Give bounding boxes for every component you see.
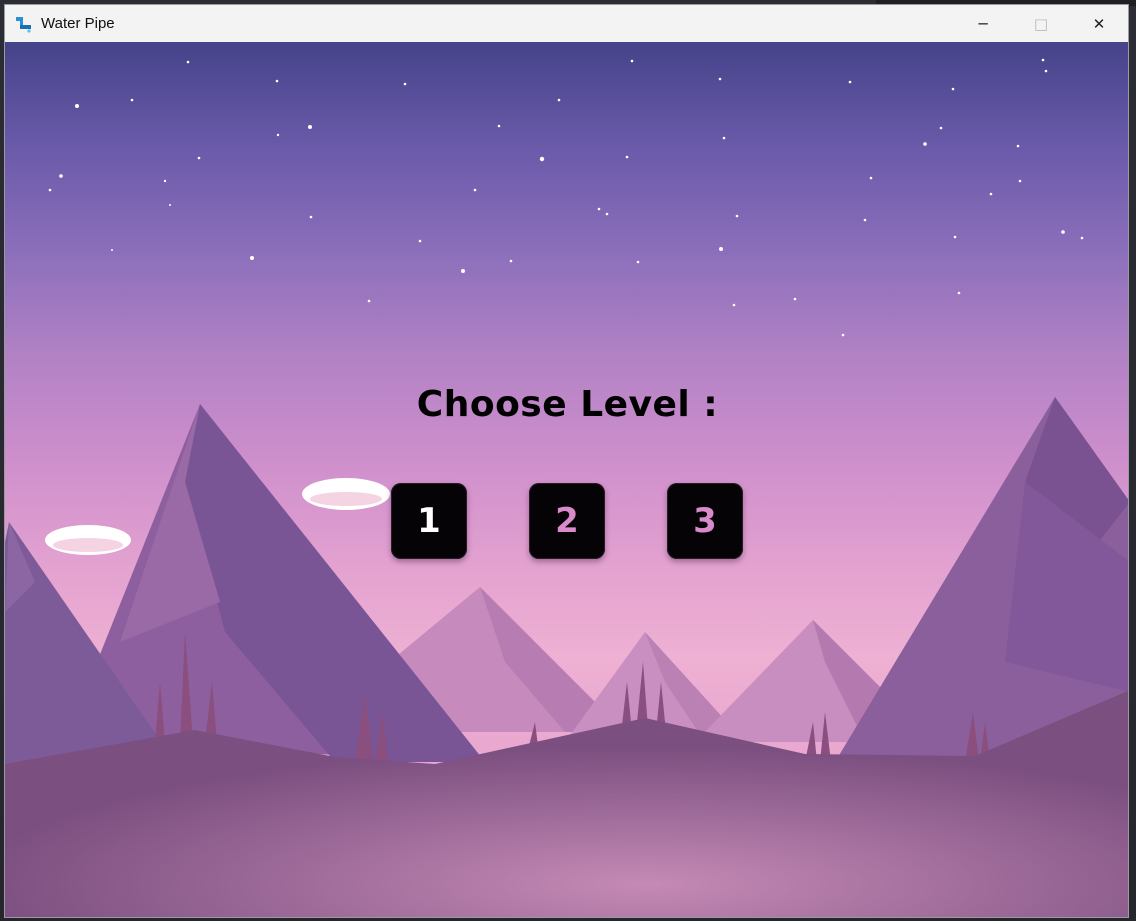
level-3-button[interactable]: 3 xyxy=(667,483,743,559)
choose-level-heading: Choose Level : xyxy=(416,384,719,425)
stars xyxy=(48,58,1084,337)
water-pipe-app-icon xyxy=(15,15,33,33)
minimize-icon: ─ xyxy=(978,14,988,33)
cloud-right xyxy=(302,478,390,510)
title-bar[interactable]: Water Pipe ─ □ ✕ xyxy=(5,5,1128,42)
maximize-button[interactable]: □ xyxy=(1012,5,1070,42)
level-3-label: 3 xyxy=(693,501,717,541)
cloud-left xyxy=(45,525,131,555)
minimize-button[interactable]: ─ xyxy=(954,5,1012,42)
app-window: Water Pipe ─ □ ✕ Choose Level: 1 2 3 xyxy=(4,4,1129,918)
close-icon: ✕ xyxy=(1092,14,1106,33)
game-canvas: Choose Level : 1 2 3 xyxy=(5,42,1128,917)
window-title: Water Pipe xyxy=(41,15,115,32)
level-2-button[interactable]: 2 xyxy=(529,483,605,559)
level-2-label: 2 xyxy=(555,501,579,541)
maximize-icon: □ xyxy=(1033,14,1049,33)
close-button[interactable]: ✕ xyxy=(1070,5,1128,42)
level-1-label: 1 xyxy=(417,501,441,541)
mountain-landscape xyxy=(5,58,1128,917)
level-1-button[interactable]: 1 xyxy=(391,483,467,559)
